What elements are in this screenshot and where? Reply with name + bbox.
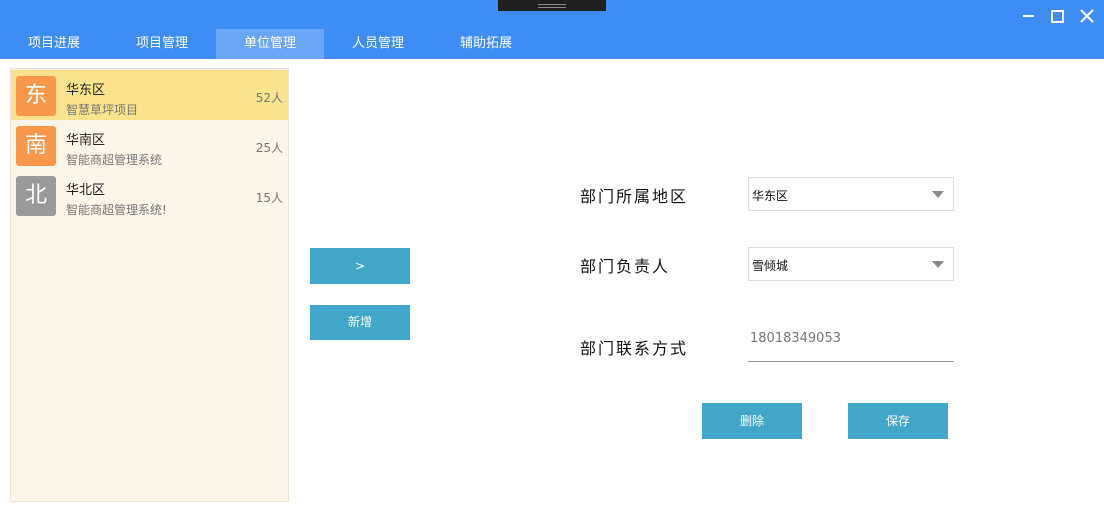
- unit-list: 东 华东区 智慧草坪项目 52人 南 华南区 智能商超管理系统 25人 北 华北…: [10, 68, 289, 502]
- title-bar: 项目进展 项目管理 单位管理 人员管理 辅助拓展: [0, 0, 1104, 59]
- save-button[interactable]: 保存: [848, 403, 948, 439]
- avatar: 东: [16, 76, 56, 116]
- unit-project: 智能商超管理系统: [66, 153, 163, 167]
- manager-label: 部门负责人: [580, 257, 671, 276]
- add-button[interactable]: 新增: [310, 305, 410, 340]
- tab-personnel-management[interactable]: 人员管理: [324, 29, 432, 59]
- drag-handle-icon[interactable]: [498, 0, 606, 11]
- unit-count: 15人: [255, 191, 283, 205]
- maximize-icon[interactable]: [1047, 6, 1067, 26]
- tab-project-progress[interactable]: 项目进展: [0, 29, 108, 59]
- contact-label: 部门联系方式: [580, 339, 689, 358]
- unit-project: 智慧草坪项目: [66, 103, 139, 117]
- tab-project-management[interactable]: 项目管理: [108, 29, 216, 59]
- list-item-north[interactable]: 北 华北区 智能商超管理系统! 15人: [11, 170, 288, 220]
- list-item-south[interactable]: 南 华南区 智能商超管理系统 25人: [11, 120, 288, 170]
- unit-project: 智能商超管理系统!: [66, 203, 167, 217]
- contact-value: 18018349053: [750, 331, 841, 346]
- list-item-east[interactable]: 东 华东区 智慧草坪项目 52人: [11, 70, 288, 120]
- dropdown-arrow-icon: [932, 191, 944, 198]
- unit-name: 华南区: [66, 133, 106, 148]
- unit-name: 华北区: [66, 183, 106, 198]
- region-label: 部门所属地区: [580, 187, 689, 206]
- manager-select[interactable]: 雪倾城: [748, 247, 954, 281]
- tab-auxiliary-extension[interactable]: 辅助拓展: [432, 29, 540, 59]
- unit-name: 华东区: [66, 83, 106, 98]
- tab-unit-management[interactable]: 单位管理: [216, 29, 324, 59]
- manager-value: 雪倾城: [752, 259, 789, 273]
- unit-count: 52人: [255, 91, 283, 105]
- minimize-icon[interactable]: [1018, 6, 1038, 26]
- contact-field[interactable]: 18018349053: [748, 322, 954, 362]
- close-icon[interactable]: [1077, 6, 1097, 26]
- delete-button[interactable]: 删除: [702, 403, 802, 439]
- region-select[interactable]: 华东区: [748, 177, 954, 211]
- avatar: 北: [16, 176, 56, 216]
- avatar: 南: [16, 126, 56, 166]
- next-arrow-button[interactable]: >: [310, 248, 410, 284]
- region-value: 华东区: [752, 189, 789, 203]
- unit-count: 25人: [255, 141, 283, 155]
- dropdown-arrow-icon: [932, 261, 944, 268]
